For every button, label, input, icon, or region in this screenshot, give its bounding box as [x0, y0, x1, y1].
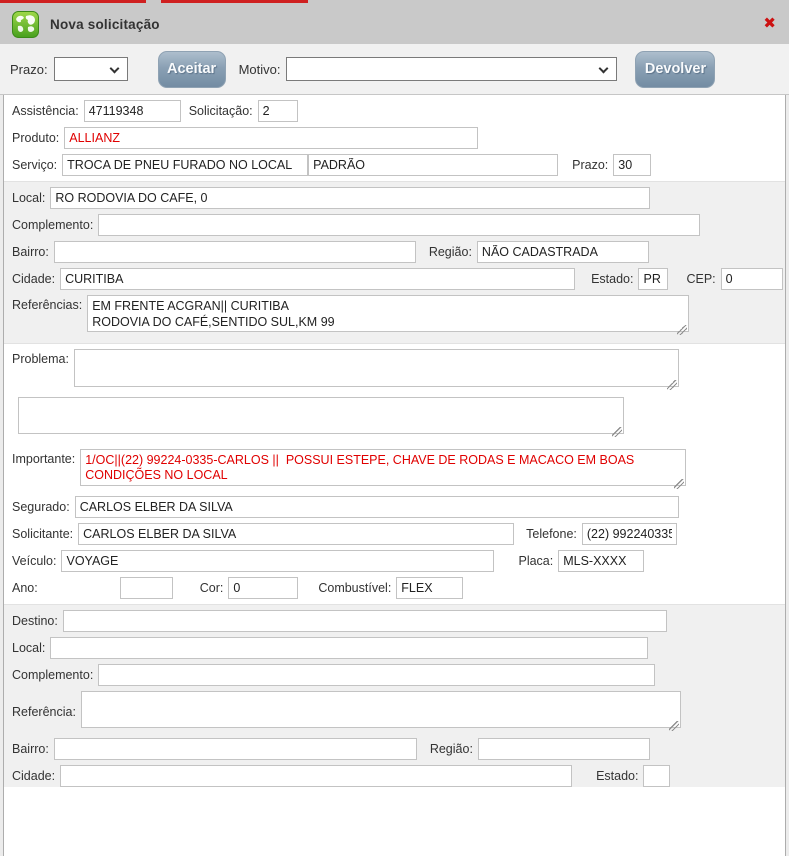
complemento-label: Complemento: — [12, 218, 93, 232]
cep-label: CEP: — [686, 272, 715, 286]
section-segurado-veiculo: Importante: 1/OC||(22) 99224-0335-CARLOS… — [4, 444, 785, 599]
request-form: Assistência: Solicitação: Produto: Servi… — [3, 95, 786, 856]
regiao-label: Região: — [429, 245, 472, 259]
destino-cidade-field[interactable] — [60, 765, 572, 787]
close-icon[interactable]: ✖ — [763, 16, 776, 31]
produto-label: Produto: — [12, 131, 59, 145]
assistencia-label: Assistência: — [12, 104, 79, 118]
placa-field[interactable] — [558, 550, 644, 572]
destino-bairro-label: Bairro: — [12, 742, 49, 756]
destino-local-label: Local: — [12, 641, 45, 655]
servico-tipo-field[interactable] — [308, 154, 558, 176]
destino-regiao-field[interactable] — [478, 738, 650, 760]
placa-label: Placa: — [518, 554, 553, 568]
ano-label: Ano: — [12, 581, 38, 595]
combustivel-label: Combustível: — [318, 581, 391, 595]
referencias-label: Referências: — [12, 295, 82, 312]
destino-estado-label: Estado: — [596, 769, 638, 783]
bairro-field[interactable] — [54, 241, 416, 263]
destino-complemento-label: Complemento: — [12, 668, 93, 682]
solicitante-field[interactable] — [78, 523, 514, 545]
problema-label: Problema: — [12, 349, 69, 366]
section-destino: Destino: Local: Complemento: Referência:… — [4, 604, 785, 787]
telefone-label: Telefone: — [526, 527, 577, 541]
section-problema: Problema: — [4, 344, 785, 439]
importante-textarea[interactable]: 1/OC||(22) 99224-0335-CARLOS || POSSUI E… — [80, 449, 686, 486]
produto-field[interactable] — [64, 127, 478, 149]
cidade-label: Cidade: — [12, 272, 55, 286]
prazo-select[interactable] — [54, 57, 128, 81]
segurado-label: Segurado: — [12, 500, 70, 514]
dialog-title: Nova solicitação — [50, 17, 160, 32]
bairro-label: Bairro: — [12, 245, 49, 259]
solicitante-label: Solicitante: — [12, 527, 73, 541]
cor-label: Cor: — [200, 581, 224, 595]
referencias-textarea[interactable]: EM FRENTE ACGRAN|| CURITIBA RODOVIA DO C… — [87, 295, 689, 332]
telefone-field[interactable] — [582, 523, 677, 545]
servico-field[interactable] — [62, 154, 308, 176]
destino-referencia-label: Referência: — [12, 705, 76, 719]
action-toolbar: Prazo: Aceitar Motivo: Devolver — [0, 44, 789, 95]
section-identificacao: Assistência: Solicitação: Produto: Servi… — [4, 95, 785, 176]
section-local-evento: Local: Complemento: Bairro: Região: Cida… — [4, 181, 785, 344]
globe-app-icon — [12, 11, 39, 38]
local-field[interactable] — [50, 187, 650, 209]
motivo-select[interactable] — [286, 57, 617, 81]
estado-field[interactable] — [638, 268, 668, 290]
motivo-label: Motivo: — [239, 62, 281, 77]
cor-field[interactable] — [228, 577, 298, 599]
servico-label: Serviço: — [12, 158, 57, 172]
destino-estado-field[interactable] — [643, 765, 670, 787]
local-label: Local: — [12, 191, 45, 205]
destino-local-field[interactable] — [50, 637, 648, 659]
regiao-field[interactable] — [477, 241, 649, 263]
prazo-toolbar-label: Prazo: — [10, 62, 48, 77]
estado-label: Estado: — [591, 272, 633, 286]
prazo-field[interactable] — [613, 154, 651, 176]
destino-cidade-label: Cidade: — [12, 769, 55, 783]
destino-complemento-field[interactable] — [98, 664, 655, 686]
cep-field[interactable] — [721, 268, 783, 290]
segurado-field[interactable] — [75, 496, 679, 518]
importante-label: Importante: — [12, 449, 75, 466]
veiculo-label: Veículo: — [12, 554, 56, 568]
chevron-down-icon — [599, 64, 609, 74]
background-red-strip — [161, 0, 308, 3]
observacao-extra-textarea[interactable] — [18, 397, 624, 434]
destino-field[interactable] — [63, 610, 667, 632]
destino-regiao-label: Região: — [430, 742, 473, 756]
problema-textarea[interactable] — [74, 349, 679, 386]
solicitacao-field[interactable] — [258, 100, 298, 122]
devolver-button[interactable]: Devolver — [635, 51, 715, 88]
assistencia-field[interactable] — [84, 100, 181, 122]
chevron-down-icon — [109, 64, 119, 74]
background-red-strip — [0, 0, 146, 3]
dialog-titlebar: Nova solicitação ✖ — [0, 4, 789, 44]
destino-referencia-textarea[interactable] — [81, 691, 681, 728]
aceitar-button[interactable]: Aceitar — [158, 51, 226, 88]
combustivel-field[interactable] — [396, 577, 463, 599]
destino-bairro-field[interactable] — [54, 738, 417, 760]
prazo-label: Prazo: — [572, 158, 608, 172]
veiculo-field[interactable] — [61, 550, 494, 572]
solicitacao-label: Solicitação: — [189, 104, 253, 118]
cidade-field[interactable] — [60, 268, 575, 290]
complemento-field[interactable] — [98, 214, 700, 236]
destino-label: Destino: — [12, 614, 58, 628]
ano-field[interactable] — [120, 577, 173, 599]
